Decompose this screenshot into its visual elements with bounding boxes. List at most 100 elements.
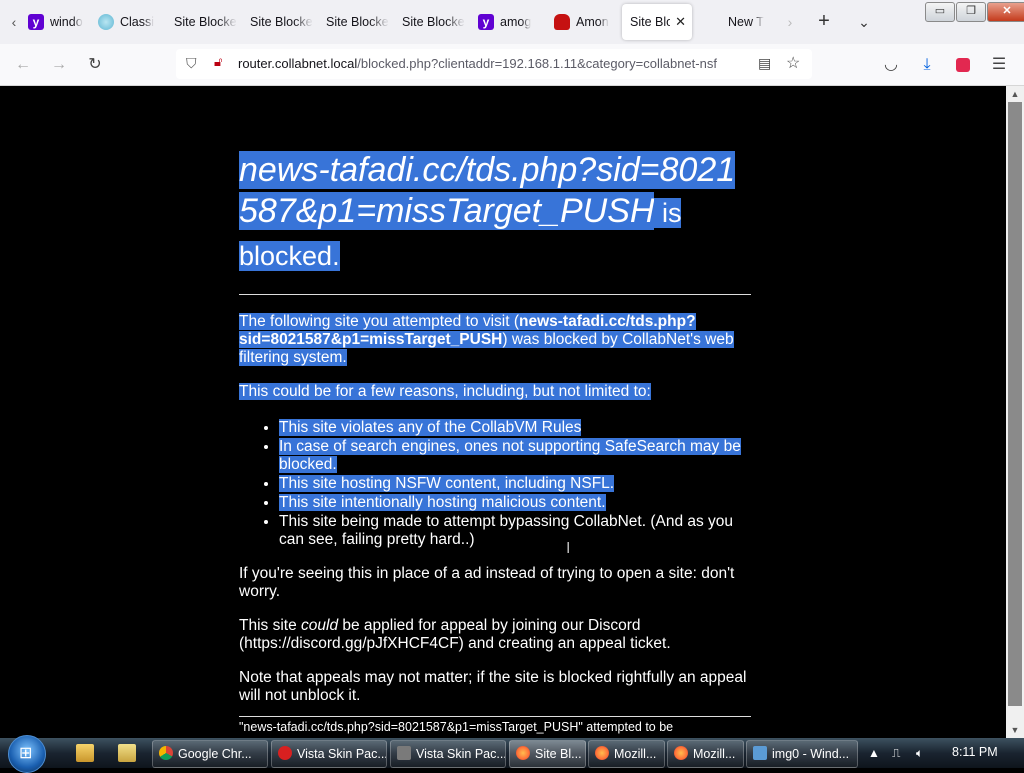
taskbar-item-site-blocked[interactable]: Site Bl... xyxy=(509,740,586,768)
list-item: This site being made to attempt bypassin… xyxy=(279,513,751,549)
taskbar-label: Mozill... xyxy=(614,747,657,761)
tab-label: Amon xyxy=(576,15,609,29)
tab-label: windo xyxy=(50,15,83,29)
page-title: news-tafadi.cc/tds.php?sid=8021587&p1=mi… xyxy=(239,150,751,277)
reason-text: This site intentionally hosting maliciou… xyxy=(279,494,606,511)
reasons-intro-text: This could be for a few reasons, includi… xyxy=(239,383,651,400)
back-button[interactable]: ← xyxy=(10,52,36,78)
footer-text: "news-tafadi.cc/tds.php?sid=8021587&p1=m… xyxy=(239,716,751,734)
volume-icon[interactable]: 🔈︎ xyxy=(916,746,923,761)
taskbar-item-vista-skin-1[interactable]: Vista Skin Pac... xyxy=(271,740,387,768)
clock[interactable]: 8:11 PM xyxy=(952,745,998,759)
tab-site-blocked-3[interactable]: Site Blocke xyxy=(320,4,396,40)
installer-icon xyxy=(397,746,411,760)
tab-site-blocked-4[interactable]: Site Blocke xyxy=(396,4,472,40)
tab-strip: ‹ y windo Classi Site Blocke Site Blocke… xyxy=(0,0,1024,44)
scroll-down-arrow-icon[interactable]: ▼ xyxy=(1006,722,1024,738)
minimize-button[interactable]: ▭ xyxy=(925,2,955,22)
insecure-lock-icon[interactable]: 🔓︎ xyxy=(214,54,222,70)
text-cursor-icon: I xyxy=(566,540,571,557)
tab-label: New T xyxy=(728,15,764,29)
chrome-icon xyxy=(159,746,173,760)
bookmark-star-icon[interactable]: ☆ xyxy=(786,53,800,73)
pocket-icon[interactable]: ◡ xyxy=(878,52,904,78)
reload-button[interactable]: ↻ xyxy=(82,52,108,78)
taskbar-item-mozilla-1[interactable]: Mozill... xyxy=(588,740,665,768)
ad-note: If you're seeing this in place of a ad i… xyxy=(239,565,735,600)
tab-label: Site Blocke xyxy=(326,15,389,29)
tab-label: Site Blocke xyxy=(250,15,313,29)
page-content: news-tafadi.cc/tds.php?sid=8021587&p1=mi… xyxy=(0,86,1006,738)
url-bar[interactable]: ⛉ 🔓︎ router.collabnet.local/blocked.php?… xyxy=(176,49,812,79)
tab-site-blocked-2[interactable]: Site Blocke xyxy=(244,4,320,40)
reason-text: This site violates any of the CollabVM R… xyxy=(279,419,582,436)
scroll-up-arrow-icon[interactable]: ▲ xyxy=(1006,86,1024,102)
extension-icon[interactable] xyxy=(950,52,976,78)
firefox-icon xyxy=(595,746,609,760)
globe-icon xyxy=(98,14,114,30)
intro-text: The following site you attempted to visi… xyxy=(239,313,519,330)
list-item: In case of search engines, ones not supp… xyxy=(279,438,751,474)
tab-label: amog xyxy=(500,15,532,29)
url-host: router.collabnet.local xyxy=(238,56,358,71)
vertical-scrollbar[interactable]: ▲ ▼ xyxy=(1006,86,1024,738)
taskbar-label: Site Bl... xyxy=(535,747,582,761)
reasons-list: This site violates any of the CollabVM R… xyxy=(239,419,751,549)
reasons-intro: This could be for a few reasons, includi… xyxy=(239,383,751,401)
close-window-button[interactable]: ✕ xyxy=(987,2,1024,22)
scroll-tabs-left-button[interactable]: ‹ xyxy=(4,8,24,36)
taskbar-item-google-chrome[interactable]: Google Chr... xyxy=(152,740,268,768)
taskbar-item-img0[interactable]: img0 - Wind... xyxy=(746,740,858,768)
forward-button[interactable]: → xyxy=(46,52,72,78)
list-item: This site hosting NSFW content, includin… xyxy=(279,475,751,493)
divider xyxy=(239,294,751,295)
close-tab-icon[interactable]: ✕ xyxy=(675,14,686,30)
taskbar-item-vista-skin-2[interactable]: Vista Skin Pac... xyxy=(390,740,506,768)
tab-label: Classi xyxy=(120,15,155,29)
url-text[interactable]: router.collabnet.local/blocked.php?clien… xyxy=(238,56,748,71)
tab-classic[interactable]: Classi xyxy=(92,4,168,40)
tab-label: Site Blo xyxy=(630,15,670,29)
maximize-button[interactable]: ❐ xyxy=(956,2,986,22)
list-item: This site violates any of the CollabVM R… xyxy=(279,419,751,437)
explorer-quicklaunch-icon[interactable] xyxy=(76,744,94,762)
yahoo-icon: y xyxy=(478,14,494,30)
firefox-icon xyxy=(516,746,530,760)
taskbar-item-mozilla-2[interactable]: Mozill... xyxy=(667,740,744,768)
taskbar-label: Mozill... xyxy=(693,747,736,761)
url-path: /blocked.php?clientaddr=192.168.1.11&cat… xyxy=(357,56,717,71)
scroll-thumb[interactable] xyxy=(1008,102,1022,706)
tab-amog[interactable]: y amog xyxy=(472,4,548,40)
media-quicklaunch-icon[interactable] xyxy=(118,744,136,762)
tab-windo[interactable]: y windo xyxy=(22,4,98,40)
network-icon[interactable]: ⎍ xyxy=(892,746,900,761)
new-tab-button[interactable]: + xyxy=(812,10,836,34)
among-us-icon xyxy=(554,14,570,30)
tab-site-blocked-1[interactable]: Site Blocke xyxy=(168,4,244,40)
tab-among[interactable]: Amon xyxy=(548,4,624,40)
taskbar-label: Vista Skin Pac... xyxy=(297,747,387,761)
appeal-note: Note that appeals may not matter; if the… xyxy=(239,669,747,704)
reader-view-icon[interactable]: ▤ xyxy=(758,55,771,72)
intro-paragraph: The following site you attempted to visi… xyxy=(239,313,751,367)
error-icon xyxy=(278,746,292,760)
menu-icon[interactable]: ☰ xyxy=(986,52,1012,78)
firefox-icon xyxy=(674,746,688,760)
list-all-tabs-button[interactable]: ⌄ xyxy=(852,10,876,34)
yahoo-icon: y xyxy=(28,14,44,30)
downloads-icon[interactable]: ⤓ xyxy=(914,52,940,78)
tab-label: Site Blocke xyxy=(174,15,237,29)
navigation-toolbar: ← → ↻ ⛉ 🔓︎ router.collabnet.local/blocke… xyxy=(0,44,1024,86)
appeal-paragraph: This site could be applied for appeal by… xyxy=(239,617,751,653)
tab-site-blocked-active[interactable]: Site Blo ✕ xyxy=(622,4,692,40)
image-viewer-icon xyxy=(753,746,767,760)
appeal-text: This site xyxy=(239,617,302,634)
taskbar-label: Vista Skin Pac... xyxy=(416,747,506,761)
taskbar-label: img0 - Wind... xyxy=(772,747,850,761)
reason-text: This site being made to attempt bypassin… xyxy=(279,513,734,548)
start-button[interactable]: ⊞ xyxy=(8,735,46,773)
shield-icon[interactable]: ⛉ xyxy=(186,55,197,72)
scroll-tabs-right-button[interactable]: › xyxy=(780,8,800,36)
show-hidden-icons-icon[interactable]: ▲ xyxy=(868,746,880,760)
windows-logo-icon: ⊞ xyxy=(19,745,33,762)
